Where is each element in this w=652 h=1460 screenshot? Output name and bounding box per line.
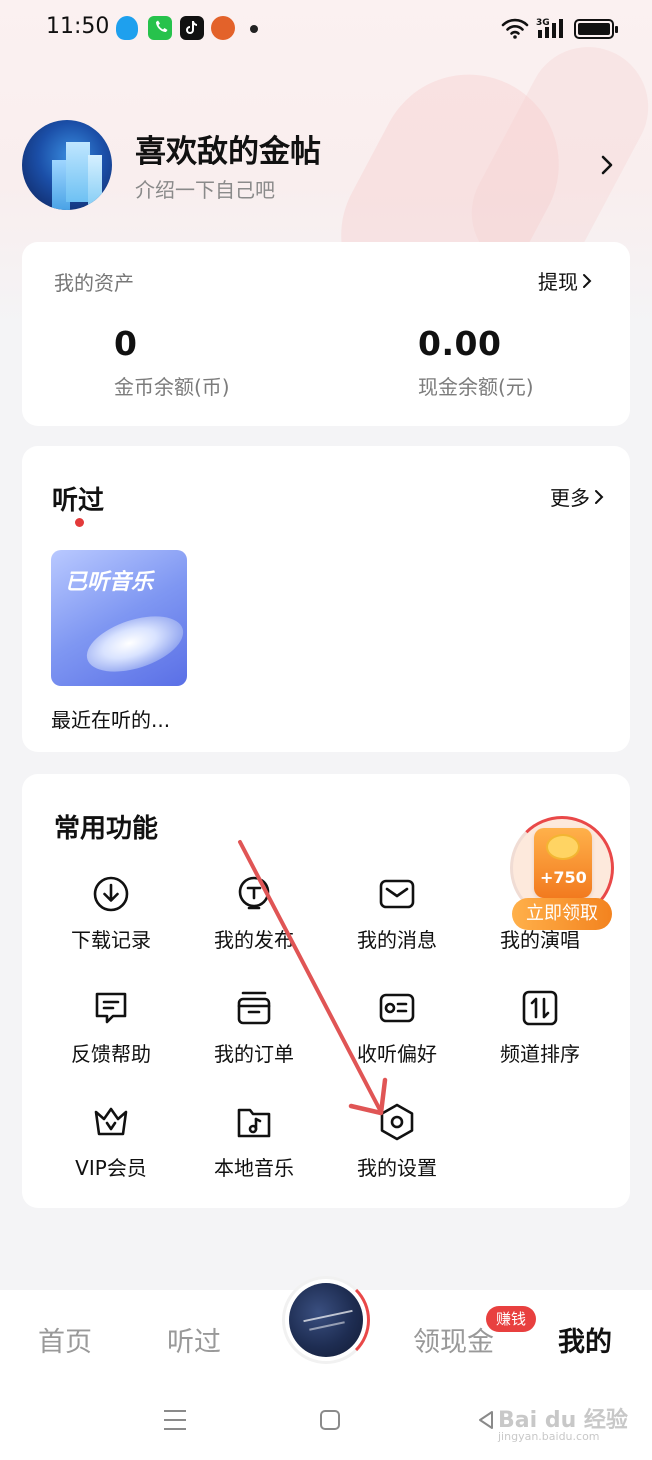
battery-icon [574,19,618,39]
disc-icon [80,605,187,683]
feature-label: 频道排序 [500,1042,580,1066]
coin-value: 0 [114,324,138,363]
more-label: 更多 [550,486,590,510]
claim-now-button[interactable]: 立即领取 [512,898,612,930]
cash-label: 现金余额(元) [418,375,534,399]
feature-label: 本地音乐 [214,1156,294,1180]
settings-icon [380,1103,414,1141]
withdraw-link[interactable]: 提现 [538,266,592,295]
back-icon[interactable] [474,1408,498,1432]
tiktok-icon [180,16,204,40]
history-title: 听过 [52,486,105,516]
feature-label: 我的设置 [357,1156,437,1180]
user-bio[interactable]: 介绍一下自己吧 [135,174,275,203]
avatar[interactable] [22,120,112,210]
feature-vip-member[interactable]: VIP会员 [51,1102,171,1192]
user-name[interactable]: 喜欢敌的金帖 [135,126,321,171]
more-link[interactable]: 更多 [550,482,604,511]
feature-label: 收听偏好 [357,1042,437,1066]
preference-icon [379,993,415,1023]
nav-listened[interactable]: 听过 [167,1320,221,1359]
feature-local-music[interactable]: 本地音乐 [194,1102,314,1192]
history-card: 听过 更多 已听音乐 最近在听的... [22,446,630,752]
album-caption[interactable]: 最近在听的... [51,704,170,733]
chevron-right-icon[interactable] [596,152,618,178]
coin-label: 金币余额(币) [114,375,230,399]
sort-icon [522,990,558,1026]
download-icon [93,876,129,912]
publish-icon [238,876,270,910]
feature-label: 我的消息 [357,928,437,952]
features-card: 常用功能 下载记录 我的发布 我的消息 我的演唱 反馈帮助 我的订单 收听偏好 … [22,774,630,1208]
status-bar: 11:50 3G [0,0,652,60]
red-packet-icon: +750 [534,828,592,898]
feature-label: VIP会员 [75,1156,147,1180]
tab-indicator-dot [75,518,84,527]
menu-icon[interactable] [164,1410,186,1430]
network-type: 3G [536,18,550,28]
withdraw-label: 提现 [538,270,578,294]
vip-crown-icon [94,1107,128,1136]
local-music-icon [237,1108,271,1138]
earn-badge: 赚钱 [486,1306,537,1332]
status-time: 11:50 [46,14,110,39]
wifi-icon [501,18,529,39]
feature-channel-sort[interactable]: 频道排序 [480,988,600,1078]
system-nav-bar: Bai du 经验 jingyan.baidu.com [0,1382,652,1460]
nav-mine[interactable]: 我的 [558,1320,612,1359]
assets-card: 我的资产 提现 0 金币余额(币) 0.00 现金余额(元) [22,242,630,426]
feature-my-publish[interactable]: 我的发布 [194,874,314,964]
feature-my-messages[interactable]: 我的消息 [337,874,457,964]
album-cover[interactable]: 已听音乐 [51,550,187,686]
feature-my-settings[interactable]: 我的设置 [337,1102,457,1192]
chevron-right-icon [595,489,604,504]
phone-icon [148,16,172,40]
watermark-url: jingyan.baidu.com [498,1430,600,1443]
game-icon [211,16,235,40]
now-playing-disc[interactable] [282,1276,370,1364]
message-icon [379,879,415,909]
feature-feedback-help[interactable]: 反馈帮助 [51,988,171,1078]
feature-label: 下载记录 [71,928,151,952]
feature-label: 我的订单 [214,1042,294,1066]
nav-get-cash[interactable]: 领现金 [413,1320,494,1359]
qq-icon [116,16,138,40]
feature-label: 我的发布 [214,928,294,952]
feature-label: 反馈帮助 [71,1042,151,1066]
nav-home[interactable]: 首页 [38,1320,92,1359]
cash-value: 0.00 [418,324,502,363]
notification-dot [250,25,258,33]
promo-amount: +750 [540,868,587,887]
signal-icon: 3G [536,18,563,38]
feature-my-orders[interactable]: 我的订单 [194,988,314,1078]
features-title: 常用功能 [54,814,159,844]
order-icon [237,991,271,1025]
chevron-right-icon [583,273,592,288]
feedback-icon [95,992,127,1024]
cash-balance[interactable]: 0.00 现金余额(元) [418,324,534,400]
feature-download-records[interactable]: 下载记录 [51,874,171,964]
assets-title: 我的资产 [54,271,134,295]
album-cover-text: 已听音乐 [65,570,154,595]
cash-reward-promo[interactable]: +750 立即领取 [508,816,624,930]
home-square-icon[interactable] [320,1410,340,1430]
coin-icon [546,834,580,860]
feature-listening-preference[interactable]: 收听偏好 [337,988,457,1078]
coin-balance[interactable]: 0 金币余额(币) [114,324,230,400]
